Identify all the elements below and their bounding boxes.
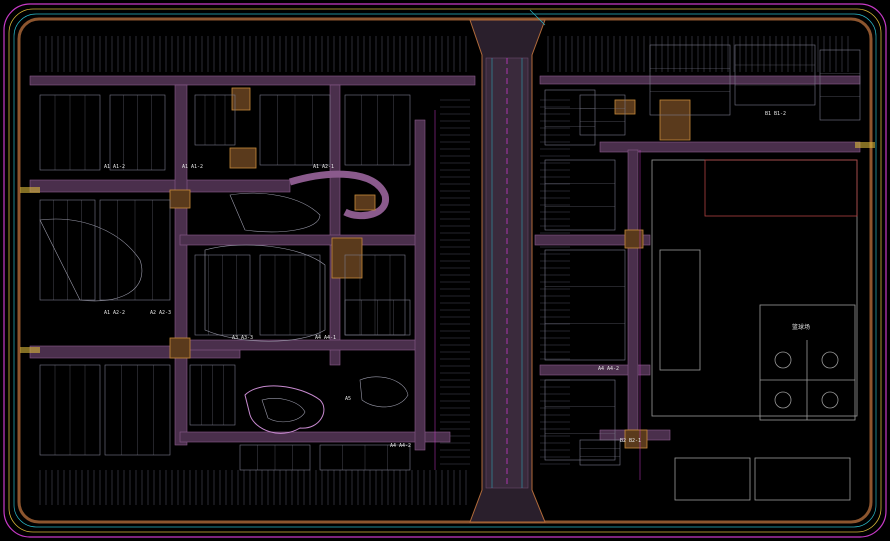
zone-label: A4 A4-1 bbox=[315, 335, 336, 341]
zone-label: B2 B2-1 bbox=[620, 438, 641, 444]
sports-court-label: 篮球场 bbox=[792, 323, 810, 331]
zone-label: B1 B1-2 bbox=[765, 111, 786, 117]
zone-label: A4 A4-2 bbox=[390, 443, 411, 449]
zone-label: A1 A2-1 bbox=[313, 164, 334, 170]
zone-label: A2 A2-3 bbox=[150, 310, 171, 316]
zone-label: A3 A3-3 bbox=[232, 335, 253, 341]
zone-label: A1 A2-2 bbox=[104, 310, 125, 316]
zone-label: A4 A4-2 bbox=[598, 366, 619, 372]
site-plan-drawing: 篮球场 A1 A1-2 A1 A1-2 A1 A2-1 A1 A2-2 A2 A… bbox=[0, 0, 890, 541]
zone-label: A1 A1-2 bbox=[104, 164, 125, 170]
zone-label: A1 A1-2 bbox=[182, 164, 203, 170]
zone-label: A5 bbox=[345, 396, 351, 402]
